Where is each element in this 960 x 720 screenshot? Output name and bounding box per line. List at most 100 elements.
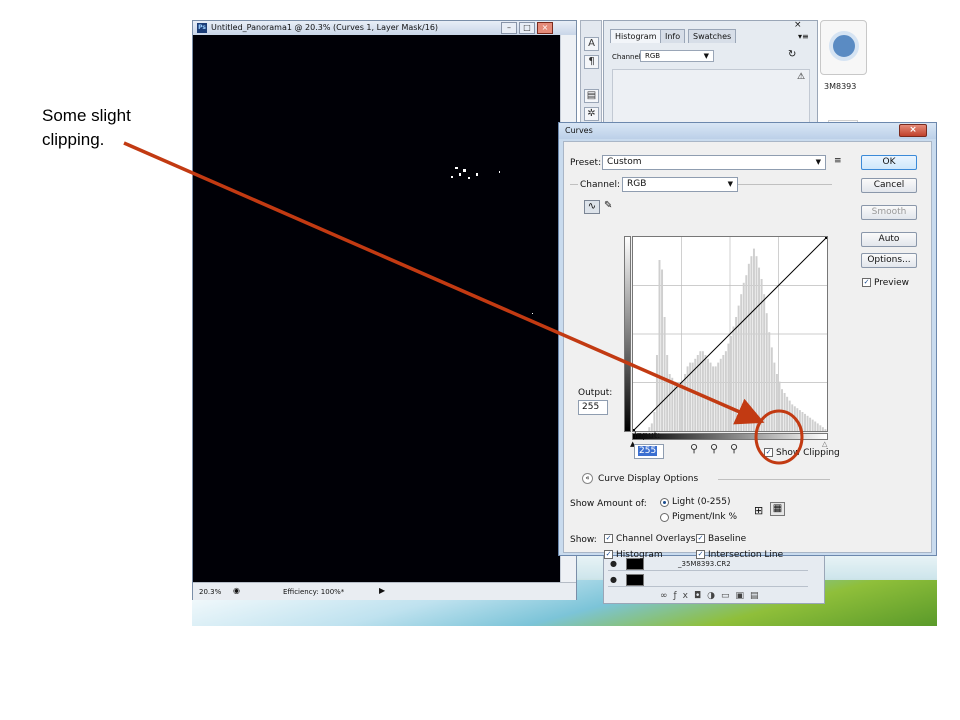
layer-name: _35M8393.CR2	[678, 560, 731, 568]
light-radio[interactable]	[660, 498, 669, 507]
output-label: Output:	[578, 388, 613, 398]
layers-panel-footer-icons[interactable]: ∞ƒx◘◑▭▣▤	[660, 591, 764, 601]
image-canvas[interactable]	[193, 35, 560, 582]
file-thumbnail-name: 3M8393	[824, 82, 857, 91]
pigment-label: Pigment/Ink %	[672, 512, 737, 522]
histogram-bar	[730, 336, 732, 431]
paragraph-panel-icon[interactable]: ¶	[584, 55, 599, 69]
baseline-checkbox[interactable]: ✓	[696, 534, 705, 543]
input-value: 255	[638, 446, 658, 456]
histogram-bar	[763, 294, 766, 431]
zoom-level[interactable]: 20.3%	[199, 588, 221, 596]
character-panel-icon[interactable]: A	[584, 37, 599, 51]
close-icon[interactable]: ×	[537, 22, 553, 34]
cancel-button[interactable]: Cancel	[861, 178, 917, 193]
histogram-channel-label: Channel:	[612, 53, 644, 61]
minimize-icon[interactable]: –	[501, 22, 517, 34]
output-field[interactable]: 255	[578, 400, 608, 415]
input-gradient-bar	[632, 433, 828, 440]
gray-eyedropper-icon[interactable]: ⚲	[710, 442, 718, 455]
histogram-bar	[663, 317, 666, 431]
show-amount-label: Show Amount of:	[570, 499, 647, 509]
efficiency-readout: Efficiency: 100%*	[283, 588, 345, 596]
file-aperture-icon	[829, 31, 859, 61]
refresh-icon[interactable]: ↻	[788, 49, 796, 60]
auto-button[interactable]: Auto	[861, 232, 917, 247]
curves-titlebar[interactable]: Curves ×	[559, 123, 936, 139]
histogram-bar	[750, 256, 753, 431]
white-point-slider-icon[interactable]: △	[822, 440, 827, 448]
show-clipping-checkbox[interactable]: ✓	[764, 448, 773, 457]
preview-label: Preview	[874, 278, 910, 288]
histogram-bar	[742, 282, 745, 431]
preset-options-icon[interactable]: ≡	[834, 156, 842, 166]
channel-overlays-label: Channel Overlays	[616, 534, 696, 544]
navigator-panel-icon[interactable]: ▤	[584, 89, 599, 103]
smooth-button[interactable]: Smooth	[861, 205, 917, 220]
curves-body: Preset: Custom ▼ ≡ OK Cancel Smooth Auto …	[563, 141, 932, 560]
black-eyedropper-icon[interactable]: ⚲	[690, 442, 698, 455]
maximize-icon[interactable]: □	[519, 22, 535, 34]
histogram-bar	[773, 362, 776, 431]
histogram-bar	[661, 269, 664, 431]
ok-button[interactable]: OK	[861, 155, 917, 170]
histogram-bar	[801, 412, 804, 431]
intersection-line-checkbox[interactable]: ✓	[696, 550, 705, 559]
panel-close-icon[interactable]: ×	[794, 20, 802, 30]
brushes-panel-icon[interactable]: ✲	[584, 107, 599, 121]
histogram-bar	[796, 408, 799, 431]
histogram-channel-select[interactable]: RGB ▼	[640, 50, 714, 62]
simple-grid-icon[interactable]: ⊞	[754, 504, 763, 517]
histogram-bar	[714, 366, 717, 431]
curve-control-point[interactable]	[825, 237, 827, 239]
histogram-bar	[712, 366, 715, 431]
tab-info[interactable]: Info	[660, 29, 686, 43]
histogram-bar	[770, 347, 773, 431]
input-field[interactable]: 255	[634, 444, 664, 459]
document-title: Untitled_Panorama1 @ 20.3% (Curves 1, La…	[211, 23, 439, 32]
file-thumbnail[interactable]	[820, 20, 867, 75]
desktop: Ps Untitled_Panorama1 @ 20.3% (Curves 1,…	[192, 20, 937, 626]
visibility-eye-icon[interactable]: ●	[610, 575, 617, 584]
histogram-panel: × Histogram × Info Swatches ▾≡ Channel: …	[603, 20, 818, 130]
curve-point-tool-icon[interactable]: ∿	[584, 200, 600, 214]
tab-swatches[interactable]: Swatches	[688, 29, 737, 43]
document-titlebar[interactable]: Ps Untitled_Panorama1 @ 20.3% (Curves 1,…	[193, 21, 576, 35]
status-menu-arrow-icon[interactable]: ▶	[379, 586, 385, 595]
input-label: Input:	[634, 431, 661, 441]
collapse-options-icon[interactable]: «	[582, 473, 593, 484]
pencil-tool-icon[interactable]: ✎	[604, 200, 612, 211]
panel-menu-icon[interactable]: ▾≡	[798, 32, 809, 41]
histogram-bar	[666, 355, 669, 431]
histogram-bar	[793, 406, 796, 431]
histogram-bar	[650, 423, 653, 431]
histogram-bar	[752, 248, 755, 431]
histogram-label: Histogram	[616, 550, 663, 560]
pigment-radio[interactable]	[660, 513, 669, 522]
histogram-bar	[732, 326, 735, 431]
histogram-bar	[809, 417, 812, 431]
channel-overlays-checkbox[interactable]: ✓	[604, 534, 613, 543]
histogram-bar	[814, 421, 817, 431]
white-eyedropper-icon[interactable]: ⚲	[730, 442, 738, 455]
curve-graph[interactable]	[632, 236, 828, 432]
layer-row[interactable]: ●	[608, 573, 808, 587]
status-info-icon[interactable]: ◉	[233, 586, 240, 595]
histogram-bar	[821, 427, 824, 431]
detailed-grid-icon[interactable]: ▦	[770, 502, 785, 516]
light-label: Light (0-255)	[672, 497, 731, 507]
preview-checkbox[interactable]: ✓	[862, 278, 871, 287]
histogram-bar	[791, 404, 794, 431]
histogram-checkbox[interactable]: ✓	[604, 550, 613, 559]
close-icon[interactable]: ×	[899, 124, 927, 137]
baseline-label: Baseline	[708, 534, 747, 544]
visibility-eye-icon[interactable]: ●	[610, 559, 617, 568]
channel-select[interactable]: RGB ▼	[622, 177, 738, 192]
preset-select[interactable]: Custom ▼	[602, 155, 826, 170]
histogram-bar	[775, 374, 778, 431]
histogram-bar	[684, 374, 686, 431]
histogram-bar	[747, 263, 750, 431]
options-button[interactable]: Options...	[861, 253, 917, 268]
histogram-bar	[678, 385, 681, 431]
histogram-bar	[740, 294, 743, 431]
